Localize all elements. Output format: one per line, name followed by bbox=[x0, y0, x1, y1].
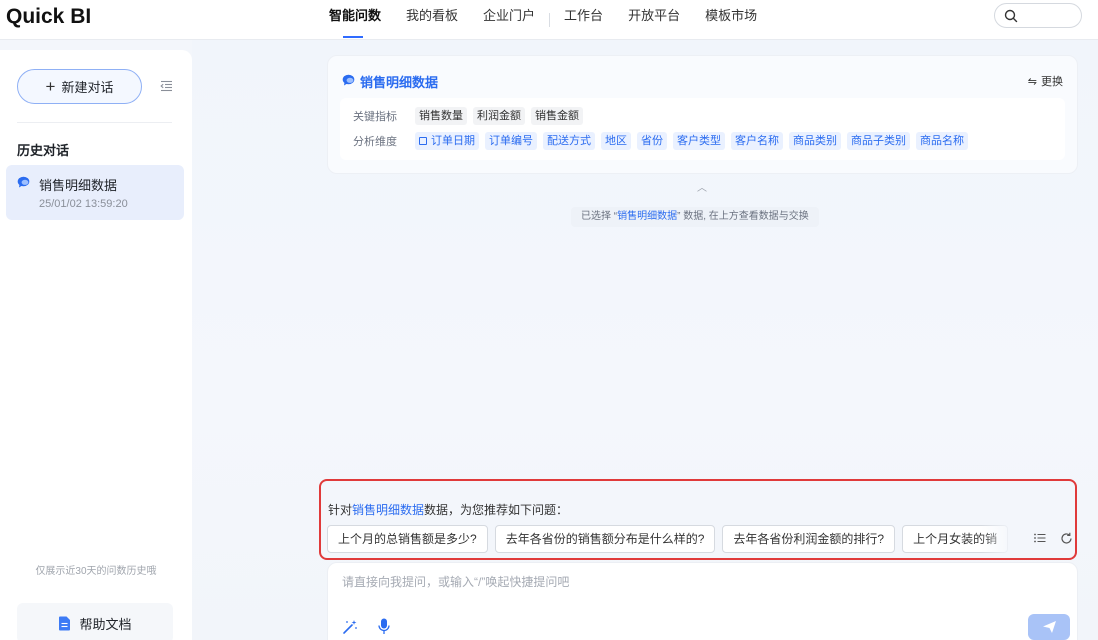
dimension-chip: 客户名称 bbox=[731, 132, 783, 150]
metric-chip: 利润金额 bbox=[473, 107, 525, 125]
history-item-title: 销售明细数据 bbox=[39, 178, 118, 193]
recommended-questions-panel: 针对销售明细数据数据，为您推荐如下问题： 上个月的总销售额是多少? 去年各省份的… bbox=[319, 479, 1077, 560]
recommended-question[interactable]: 去年各省份利润金额的排行? bbox=[722, 525, 896, 553]
metrics-label: 关键指标 bbox=[353, 111, 397, 123]
dataset-fields: 关键指标 销售数量 利润金额 销售金额 分析维度 订单日期 订单编号 配送方式 … bbox=[340, 98, 1065, 160]
magic-wand-icon[interactable] bbox=[342, 619, 358, 635]
history-item[interactable]: 销售明细数据 25/01/02 13:59:20 bbox=[6, 165, 184, 220]
chat-bubble-icon bbox=[342, 74, 355, 86]
dimension-chip: 商品名称 bbox=[916, 132, 968, 150]
plus-icon: + bbox=[45, 77, 56, 96]
history-note: 仅展示近30天的问数历史哦 bbox=[35, 566, 157, 577]
document-icon bbox=[59, 616, 71, 630]
dimension-chip: 订单编号 bbox=[485, 132, 537, 150]
selected-dataset-note: 已选择 “销售明细数据” 数据, 在上方查看数据与交换 bbox=[571, 207, 819, 227]
refresh-icon[interactable] bbox=[1060, 532, 1073, 545]
nav-item-smart-query[interactable]: 智能问数 bbox=[329, 0, 381, 40]
search-icon bbox=[1004, 9, 1018, 23]
list-icon[interactable] bbox=[1034, 533, 1046, 543]
nav-item-template-market[interactable]: 模板市场 bbox=[705, 0, 757, 40]
question-input-box[interactable]: 请直接向我提问，或输入“/”唤起快捷提问吧 bbox=[327, 562, 1078, 640]
nav-item-my-dashboard[interactable]: 我的看板 bbox=[406, 0, 458, 40]
dataset-title[interactable]: 销售明细数据 bbox=[360, 72, 438, 91]
microphone-icon[interactable] bbox=[378, 618, 390, 635]
dimension-chip: 配送方式 bbox=[543, 132, 595, 150]
top-nav-bar: Quick BI 智能问数 我的看板 企业门户 工作台 开放平台 模板市场 bbox=[0, 0, 1098, 40]
recommend-dataset-name: 销售明细数据 bbox=[352, 503, 425, 517]
history-title: 历史对话 bbox=[17, 143, 70, 158]
swap-icon: ⇋ bbox=[1027, 75, 1037, 88]
recommend-intro: 针对销售明细数据数据，为您推荐如下问题： bbox=[328, 503, 569, 517]
help-docs-label: 帮助文档 bbox=[79, 616, 132, 632]
dimension-chip: 商品类别 bbox=[789, 132, 841, 150]
recommended-question[interactable]: 去年各省份的销售额分布是什么样的? bbox=[494, 525, 716, 553]
chat-bubble-icon bbox=[17, 176, 30, 188]
new-chat-button[interactable]: + 新建对话 bbox=[17, 69, 142, 104]
send-button[interactable] bbox=[1028, 614, 1070, 640]
recommended-questions-list: 上个月的总销售额是多少? 去年各省份的销售额分布是什么样的? 去年各省份利润金额… bbox=[327, 525, 1015, 553]
dimension-chip: 订单日期 bbox=[415, 132, 479, 150]
new-chat-label: 新建对话 bbox=[61, 80, 114, 95]
selected-dataset-name[interactable]: 销售明细数据 bbox=[617, 211, 677, 222]
send-icon bbox=[1042, 621, 1056, 633]
nav-item-open-platform[interactable]: 开放平台 bbox=[628, 0, 680, 40]
metric-chip: 销售金额 bbox=[531, 107, 583, 125]
collapse-sidebar-icon[interactable] bbox=[160, 80, 173, 92]
history-item-time: 25/01/02 13:59:20 bbox=[39, 198, 128, 210]
global-search[interactable] bbox=[994, 3, 1082, 28]
dimension-chip: 客户类型 bbox=[673, 132, 725, 150]
calendar-icon bbox=[419, 137, 427, 145]
nav-item-enterprise-portal[interactable]: 企业门户 bbox=[483, 0, 535, 40]
swap-label: 更换 bbox=[1041, 76, 1063, 88]
list-fade bbox=[981, 521, 1031, 555]
dataset-card: 销售明细数据 ⇋ 更换 关键指标 销售数量 利润金额 销售金额 分析维度 订单日… bbox=[327, 55, 1078, 174]
nav-item-workbench[interactable]: 工作台 bbox=[564, 0, 603, 40]
nav-divider bbox=[549, 13, 551, 27]
question-input-placeholder[interactable]: 请直接向我提问，或输入“/”唤起快捷提问吧 bbox=[342, 573, 569, 590]
app-logo[interactable]: Quick BI bbox=[6, 5, 91, 29]
dimensions-row: 分析维度 订单日期 订单编号 配送方式 地区 省份 客户类型 客户名称 商品类别… bbox=[353, 132, 974, 150]
dimension-chip: 地区 bbox=[601, 132, 631, 150]
collapse-card-icon[interactable]: ︿ bbox=[697, 179, 707, 194]
metrics-row: 关键指标 销售数量 利润金额 销售金额 bbox=[353, 107, 589, 125]
dimension-chip: 省份 bbox=[637, 132, 667, 150]
recommended-question[interactable]: 上个月的总销售额是多少? bbox=[327, 525, 488, 553]
sidebar-divider bbox=[17, 122, 172, 123]
help-docs-button[interactable]: 帮助文档 bbox=[17, 603, 173, 640]
main-nav: 智能问数 我的看板 企业门户 工作台 开放平台 模板市场 bbox=[329, 0, 782, 40]
swap-dataset-button[interactable]: ⇋ 更换 bbox=[1028, 73, 1063, 89]
metric-chip: 销售数量 bbox=[415, 107, 467, 125]
sidebar: + 新建对话 历史对话 销售明细数据 25/01/02 13:59:20 仅展示… bbox=[0, 50, 192, 640]
dimension-chip: 商品子类别 bbox=[847, 132, 910, 150]
dimensions-label: 分析维度 bbox=[353, 136, 397, 148]
